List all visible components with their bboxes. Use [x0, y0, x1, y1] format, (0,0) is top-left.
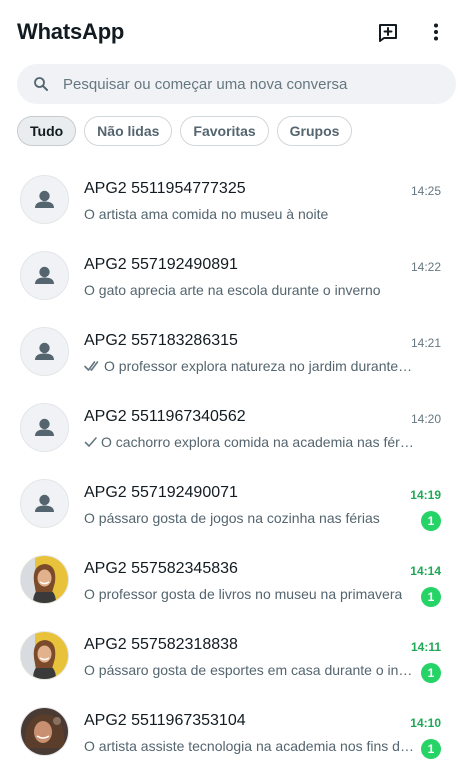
chat-name: APG2 5511954777325 — [84, 180, 246, 197]
read-status — [84, 436, 98, 448]
chat-row[interactable]: APG2 557582345836 14:14 O professor gosta … — [0, 542, 462, 618]
new-chat-icon — [379, 24, 397, 42]
app-header: WhatsApp — [0, 0, 462, 64]
unread-badge: 1 — [421, 587, 441, 607]
contact-photo-icon — [21, 556, 68, 603]
chat-preview: O artista assiste tecnologia na academia… — [84, 738, 416, 754]
avatar — [20, 175, 69, 224]
avatar — [20, 631, 69, 680]
filter-chip-1[interactable]: Não lidas — [84, 116, 173, 146]
message-preview-text: O artista ama comida no museu à noite — [84, 206, 329, 222]
chat-time: 14:19 — [410, 488, 441, 502]
default-avatar-icon — [35, 494, 54, 512]
chat-preview: O pássaro gosta de esportes em casa dura… — [84, 662, 416, 678]
chat-name: APG2 5511967353104 — [84, 712, 246, 729]
chat-time: 14:10 — [410, 716, 441, 730]
chat-preview: O gato aprecia arte na escola durante o … — [84, 282, 416, 298]
chat-name: APG2 557192490071 — [84, 484, 238, 501]
chat-row[interactable]: APG2 5511967340562 14:20 O cachorro explo… — [0, 390, 462, 466]
new-chat-button[interactable] — [374, 18, 402, 46]
chat-preview: O artista ama comida no museu à noite — [84, 206, 416, 222]
chat-time: 14:11 — [410, 640, 441, 654]
avatar — [20, 555, 69, 604]
message-preview-text: O professor gosta de livros no museu na … — [84, 586, 403, 602]
double-check-icon — [84, 361, 99, 371]
avatar — [20, 707, 69, 756]
chat-preview: O professor gosta de livros no museu na … — [84, 586, 416, 602]
message-preview-text: O cachorro explora comida na academia na… — [101, 434, 416, 450]
chat-row[interactable]: APG2 557582318838 14:11 O pássaro gosta de… — [0, 618, 462, 694]
read-status — [84, 360, 101, 372]
chat-name: APG2 557183286315 — [84, 332, 238, 349]
chat-time: 14:21 — [410, 336, 441, 350]
chat-time: 14:14 — [410, 564, 441, 578]
default-avatar-icon — [35, 342, 54, 360]
chat-name: APG2 557192490891 — [84, 256, 238, 273]
chat-row[interactable]: APG2 5511967353104 14:10 O artista assiste… — [0, 694, 462, 770]
message-preview-text: O professor explora natureza no jardim d… — [104, 358, 416, 374]
filter-chip-0[interactable]: Tudo — [17, 116, 77, 146]
contact-photo-icon — [21, 708, 68, 755]
chat-name: APG2 557582318838 — [84, 636, 238, 653]
chat-row[interactable]: APG2 557183286315 14:21 O professor explo… — [0, 314, 462, 390]
chat-row[interactable]: APG2 5511954777325 14:25 O artista ama com… — [0, 162, 462, 238]
message-preview-text: O pássaro gosta de esportes em casa dura… — [84, 662, 416, 678]
default-avatar-icon — [35, 418, 54, 436]
app-title: WhatsApp — [17, 19, 125, 44]
unread-badge: 1 — [421, 663, 441, 683]
avatar — [20, 403, 69, 452]
unread-badge: 1 — [421, 739, 441, 759]
chat-row[interactable]: APG2 557192490891 14:22 O gato aprecia art… — [0, 238, 462, 314]
chat-list: APG2 5511954777325 14:25 O artista ama com… — [0, 162, 462, 770]
message-preview-text: O gato aprecia arte na escola durante o … — [84, 282, 381, 298]
chat-preview: O cachorro explora comida na academia na… — [84, 434, 416, 450]
avatar — [20, 327, 69, 376]
more-vertical-icon — [434, 23, 438, 41]
chat-name: APG2 5511967340562 — [84, 408, 246, 425]
filter-chips: Tudo Não lidas Favoritas Grupos — [17, 116, 353, 146]
default-avatar-icon — [35, 266, 54, 284]
chat-time: 14:25 — [410, 184, 441, 198]
unread-badge: 1 — [421, 511, 441, 531]
avatar — [20, 479, 69, 528]
search-bar — [17, 64, 456, 104]
chat-row[interactable]: APG2 557192490071 14:19 O pássaro gosta de… — [0, 466, 462, 542]
search-input[interactable] — [63, 64, 443, 104]
message-preview-text: O pássaro gosta de jogos na cozinha nas … — [84, 510, 380, 526]
default-avatar-icon — [35, 190, 54, 208]
message-preview-text: O artista assiste tecnologia na academia… — [84, 738, 416, 754]
chat-time: 14:22 — [410, 260, 441, 274]
chat-preview: O professor explora natureza no jardim d… — [84, 358, 416, 374]
single-check-icon — [84, 437, 97, 447]
search-icon — [34, 77, 48, 91]
filter-chip-3[interactable]: Grupos — [276, 116, 353, 146]
contact-photo-icon — [21, 632, 68, 679]
filter-chip-2[interactable]: Favoritas — [180, 116, 269, 146]
chat-time: 14:20 — [410, 412, 441, 426]
avatar — [20, 251, 69, 300]
menu-button[interactable] — [422, 18, 450, 46]
chat-preview: O pássaro gosta de jogos na cozinha nas … — [84, 510, 416, 526]
chat-name: APG2 557582345836 — [84, 560, 238, 577]
